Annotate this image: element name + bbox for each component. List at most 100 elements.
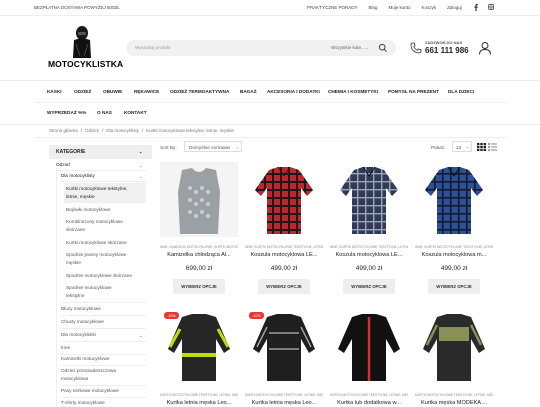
product-card[interactable]: KURTKI MOTOCYKLOWE TEKSTYLNE, LETNIE, MĘ… xyxy=(415,309,493,407)
list-view-icon[interactable] xyxy=(488,143,497,151)
sidebar-item-clothing[interactable]: Odzież xyxy=(56,161,71,169)
breadcrumb-motorcyclist[interactable]: Dla motocyklisty xyxy=(106,128,139,133)
product-name[interactable]: Kurtka lub dodatkowa w... xyxy=(330,400,408,406)
sidebar-divider xyxy=(61,315,146,316)
nav-item-thermoactive[interactable]: ODZIEŻ TERMOAKTYWNA xyxy=(170,89,229,94)
product-image-jacket-olive[interactable] xyxy=(415,309,493,384)
chevron-down-icon[interactable]: ⌄ xyxy=(139,174,142,179)
select-options-button[interactable]: WYBIERZ OPCJE xyxy=(343,279,395,294)
product-image-shirt-red[interactable] xyxy=(245,162,323,237)
search-bar[interactable]: Wyszukaj produkt Wszystkie kate... ⌄ xyxy=(126,40,396,56)
nav-item-contact[interactable]: KONTAKT xyxy=(124,110,147,115)
search-category-select[interactable]: Wszystkie kate... xyxy=(331,45,365,50)
product-image-cooling-vest[interactable] xyxy=(160,162,238,237)
category-sidebar: KATEGORIE ⌄ Odzież ⌄ Dla motocyklisty ⌄ … xyxy=(49,145,152,407)
sidebar-item-leather-jackets[interactable]: Kurtki motocyklowe skórzane xyxy=(66,239,127,247)
nav-item-kids[interactable]: DLA DZIECI xyxy=(448,89,474,94)
sidebar-header[interactable]: KATEGORIE ⌄ xyxy=(49,145,152,159)
breadcrumb-clothing[interactable]: Odzież xyxy=(85,128,99,133)
product-price: 699,00 zł xyxy=(185,265,213,272)
nav-item-footwear[interactable]: OBUWIE xyxy=(103,89,122,94)
user-account-icon[interactable] xyxy=(478,41,492,55)
main-navigation: KASKI ODZIEŻ OBUWIE RĘKAWICE ODZIEŻ TERM… xyxy=(0,80,540,125)
link-practical-tips[interactable]: PRAKTYCZNE PORADY xyxy=(307,5,358,10)
nav-item-sale[interactable]: WYPRZEDAŻ %% xyxy=(47,110,86,115)
product-card[interactable]: -10% KURTKI MOTOCYKLOWE TEKSTYLNE, LETNI… xyxy=(160,309,238,407)
product-name[interactable]: Koszula motocyklowa m... xyxy=(415,252,493,258)
sidebar-item-rainwear[interactable]: Odzież przeciwdeszczowa xyxy=(61,367,116,375)
product-price: 499,00 zł xyxy=(440,265,468,272)
grid-view-icon[interactable] xyxy=(477,143,486,151)
sidebar-item-cargo[interactable]: Bojówki motocyklowe xyxy=(66,206,111,214)
select-options-button[interactable]: WYBIERZ OPCJE xyxy=(258,279,310,294)
nav-item-chemicals[interactable]: CHEMIA I KOSMETYKI xyxy=(328,89,378,94)
breadcrumb-separator: / xyxy=(102,128,104,133)
site-logo[interactable]: MOTOCYKLISTKA xyxy=(48,24,123,72)
product-image-jacket-black[interactable] xyxy=(330,309,408,384)
facebook-icon[interactable] xyxy=(472,3,479,11)
product-image-jacket-mesh[interactable] xyxy=(245,309,323,384)
nav-item-accessories[interactable]: AKCESORIA I DODATKI xyxy=(267,89,320,94)
product-name[interactable]: Kurtka letnia męska Leo... xyxy=(245,400,323,406)
search-input[interactable]: Wyszukaj produkt xyxy=(135,45,170,50)
product-name[interactable]: Kurtka męska MODEKA ... xyxy=(415,400,493,406)
sidebar-item-tshirts[interactable]: T-shirty motocyklowe xyxy=(61,399,105,407)
select-options-button[interactable]: WYBIERZ OPCJE xyxy=(173,279,225,294)
sidebar-item-female-rider[interactable]: Dla motocyklistki xyxy=(61,331,96,339)
product-name[interactable]: Kurtka letnia męska Leo... xyxy=(160,400,238,406)
sort-value: Domyślne sortowan xyxy=(189,145,231,150)
chevron-down-icon: ⌄ xyxy=(466,145,470,149)
sidebar-item-hoodies[interactable]: Bluzy motocyklowe xyxy=(61,305,101,313)
sidebar-item-motorcyclist[interactable]: Dla motocyklisty xyxy=(61,172,95,180)
chevron-down-icon[interactable]: ⌄ xyxy=(139,333,142,338)
breadcrumb-home[interactable]: Strona główna xyxy=(49,128,78,133)
sidebar-item-leather-pants[interactable]: Spodnie motocyklowe skórzane xyxy=(66,272,132,280)
product-name[interactable]: Koszula motocyklowa LE... xyxy=(330,252,408,258)
contact-phone[interactable]: 661 111 986 xyxy=(425,46,469,55)
product-name[interactable]: Koszula motocyklowa LE... xyxy=(245,252,323,258)
nav-item-clothing[interactable]: ODZIEŻ xyxy=(74,89,91,94)
social-links xyxy=(472,3,494,11)
nav-item-gloves[interactable]: RĘKAWICE xyxy=(134,89,159,94)
per-page-select[interactable]: 12 ⌄ xyxy=(452,141,472,152)
nav-item-luggage[interactable]: BAGAŻ xyxy=(240,89,257,94)
per-page-value: 12 xyxy=(456,145,462,150)
chevron-down-icon: ⌄ xyxy=(236,145,240,149)
product-card[interactable]: INNE, KURTKI MOTOCYKLOWE TEKSTYLNE, LETN… xyxy=(330,162,408,297)
motorcyclist-logo-icon xyxy=(73,26,91,58)
search-icon[interactable] xyxy=(378,43,388,53)
sidebar-item-other[interactable]: Inne xyxy=(61,344,70,352)
product-image-jacket-lime[interactable] xyxy=(160,309,238,384)
nav-item-gift-ideas[interactable]: POMYSŁ NA PREZENT xyxy=(388,89,439,94)
sidebar-item-vests[interactable]: Kamizelki motocyklowe xyxy=(61,355,109,363)
product-name[interactable]: Kamizelka chłodząca Al... xyxy=(160,252,238,258)
instagram-icon[interactable] xyxy=(487,3,494,11)
link-login[interactable]: Zaloguj xyxy=(447,5,462,10)
link-blog[interactable]: Blog xyxy=(369,5,378,10)
sidebar-item-jeans[interactable]: Spodnie jeansy motocyklowe xyxy=(66,251,126,259)
sidebar-item-scarves[interactable]: Chusty motocyklowe xyxy=(61,318,104,326)
nav-divider xyxy=(34,102,507,103)
product-card[interactable]: KURTKI MOTOCYKLOWE TEKSTYLNE, LETNIE, MĘ… xyxy=(330,309,408,407)
sidebar-item-kidney-belts[interactable]: Pasy nerkowe motocyklowe xyxy=(61,387,119,395)
chevron-down-icon[interactable]: ⌄ xyxy=(139,163,142,168)
sort-select[interactable]: Domyślne sortowan ⌄ xyxy=(184,141,242,152)
product-card[interactable]: -10% KURTKI MOTOCYKLOWE TEKSTYLNE, LETNI… xyxy=(245,309,323,407)
product-category: KURTKI MOTOCYKLOWE TEKSTYLNE, LETNIE, MĘ… xyxy=(415,393,493,397)
select-options-button[interactable]: WYBIERZ OPCJE xyxy=(428,279,480,294)
nav-item-helmets[interactable]: KASKI xyxy=(47,89,62,94)
product-card[interactable]: INNE, KURTKI MOTOCYKLOWE TEKSTYLNE, LETN… xyxy=(415,162,493,297)
sidebar-item-label: Kurtki motocyklowe tekstylne, xyxy=(66,186,128,191)
product-card[interactable]: INNE, KAMIZELKI MOTOCYKLOWE, KURTKI MOTO… xyxy=(160,162,238,297)
sidebar-item-textile-pants[interactable]: Spodnie motocyklowe xyxy=(66,284,112,292)
link-my-account[interactable]: Moje konto xyxy=(389,5,411,10)
sidebar-item-leather-suits[interactable]: Kombinezony motocyklowe xyxy=(66,218,123,226)
product-card[interactable]: INNE, KURTKI MOTOCYKLOWE TEKSTYLNE, LETN… xyxy=(245,162,323,297)
product-image-shirt-navy[interactable] xyxy=(330,162,408,237)
product-category: INNE, KAMIZELKI MOTOCYKLOWE, KURTKI MOTO… xyxy=(160,245,238,249)
link-cart[interactable]: Koszyk xyxy=(422,5,437,10)
nav-item-about[interactable]: O NAS xyxy=(97,110,112,115)
product-image-shirt-blue[interactable] xyxy=(415,162,493,237)
sidebar-header-title: KATEGORIE xyxy=(56,149,86,155)
sidebar-item-current[interactable]: Kurtki motocyklowe tekstylne, letnie, mę… xyxy=(64,183,146,203)
